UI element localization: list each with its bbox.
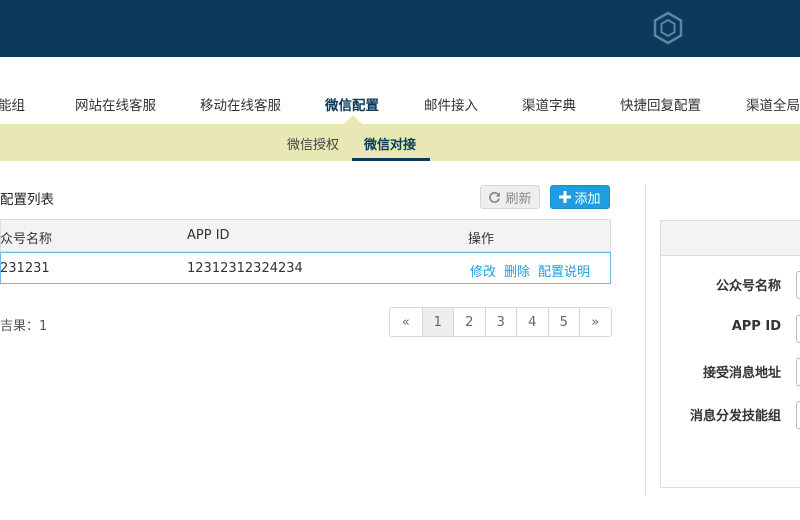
main-nav: 能组 网站在线客服 移动在线客服 微信配置 邮件接入 渠道字典 快捷回复配置 渠… xyxy=(0,57,800,124)
page-prev-button[interactable]: « xyxy=(390,308,422,336)
message-url-input[interactable] xyxy=(796,358,800,386)
page-1-button[interactable]: 1 xyxy=(421,308,453,336)
page-5-button[interactable]: 5 xyxy=(547,308,579,336)
cell-name: 231231 xyxy=(0,261,50,276)
column-header-actions: 操作 xyxy=(468,232,495,247)
panel-title: 配置列表 xyxy=(0,192,54,208)
add-label: 添加 xyxy=(574,191,601,207)
hexagon-logo-icon xyxy=(653,11,683,45)
table-header: 众号名称 APP ID 操作 xyxy=(0,219,611,252)
active-nav-caret xyxy=(344,115,362,124)
page-2-button[interactable]: 2 xyxy=(453,308,485,336)
top-bar xyxy=(0,0,800,57)
tab-wechat-auth[interactable]: 微信授权 xyxy=(287,134,339,153)
refresh-button[interactable]: 刷新 xyxy=(480,185,540,209)
pagination: « 1 2 3 4 5 » xyxy=(389,307,612,337)
panel-divider xyxy=(645,185,646,495)
label-skill-group: 消息分发技能组 xyxy=(689,409,781,424)
page-4-button[interactable]: 4 xyxy=(516,308,548,336)
skill-group-select[interactable] xyxy=(796,401,800,429)
label-app-id: APP ID xyxy=(731,319,781,334)
refresh-icon xyxy=(489,191,501,203)
page-next-button[interactable]: » xyxy=(579,308,611,336)
add-button[interactable]: 添加 xyxy=(550,185,610,209)
nav-item-channel-global[interactable]: 渠道全局 xyxy=(746,94,800,114)
column-header-appid: APP ID xyxy=(187,228,230,243)
config-form: 公众号名称 APP ID 接受消息地址 消息分发技能组 xyxy=(660,220,800,488)
label-account-name: 公众号名称 xyxy=(715,279,781,294)
nav-item-wechat-config[interactable]: 微信配置 xyxy=(325,94,379,114)
active-tab-underline xyxy=(352,158,430,161)
tab-wechat-integration[interactable]: 微信对接 xyxy=(364,134,416,153)
app-id-input[interactable] xyxy=(796,315,800,343)
nav-item-email[interactable]: 邮件接入 xyxy=(424,94,478,114)
label-message-url: 接受消息地址 xyxy=(702,366,781,381)
nav-item-mobile-chat[interactable]: 移动在线客服 xyxy=(200,94,281,114)
nav-item-quick-reply[interactable]: 快捷回复配置 xyxy=(620,94,701,114)
nav-item-web-chat[interactable]: 网站在线客服 xyxy=(75,94,156,114)
cell-appid: 12312312324234 xyxy=(187,261,303,276)
nav-item-skill-group[interactable]: 能组 xyxy=(0,94,25,114)
cell-actions: 修改 删除 配置说明 xyxy=(470,261,598,280)
config-help-link[interactable]: 配置说明 xyxy=(538,265,590,280)
table-row[interactable]: 231231 12312312324234 修改 删除 配置说明 xyxy=(0,252,611,284)
plus-icon xyxy=(559,191,572,203)
refresh-label: 刷新 xyxy=(505,191,532,207)
column-header-name: 众号名称 xyxy=(0,232,53,247)
form-header xyxy=(661,221,800,256)
edit-link[interactable]: 修改 xyxy=(470,265,496,280)
nav-item-channel-dict[interactable]: 渠道字典 xyxy=(522,94,576,114)
delete-link[interactable]: 删除 xyxy=(504,265,530,280)
config-table: 众号名称 APP ID 操作 231231 12312312324234 修改删… xyxy=(0,219,611,284)
sub-nav: 微信授权 微信对接 xyxy=(0,124,800,161)
result-count: 吉果：1 xyxy=(0,319,48,334)
page-3-button[interactable]: 3 xyxy=(484,308,516,336)
account-name-input[interactable] xyxy=(796,271,800,299)
